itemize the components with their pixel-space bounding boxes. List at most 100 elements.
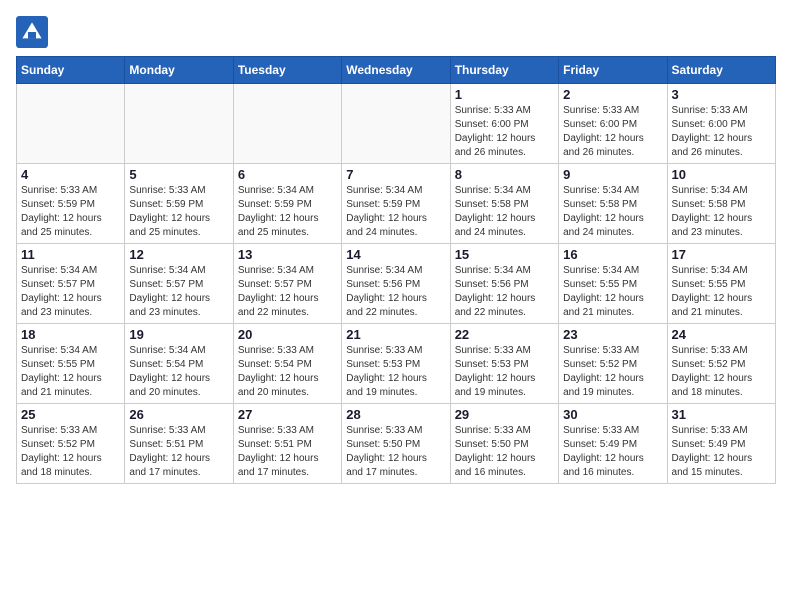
calendar-cell: 15 Sunrise: 5:34 AM Sunset: 5:56 PM Dayli… xyxy=(450,244,558,324)
day-info: Sunrise: 5:33 AM Sunset: 5:53 PM Dayligh… xyxy=(346,344,445,400)
day-number: 4 xyxy=(21,167,120,182)
calendar-cell: 7 Sunrise: 5:34 AM Sunset: 5:59 PM Daylig… xyxy=(342,164,450,244)
day-info: Sunrise: 5:34 AM Sunset: 5:57 PM Dayligh… xyxy=(129,264,228,320)
day-info: Sunrise: 5:33 AM Sunset: 5:50 PM Dayligh… xyxy=(455,424,554,480)
day-number: 18 xyxy=(21,327,120,342)
day-number: 23 xyxy=(563,327,662,342)
logo xyxy=(16,16,52,48)
day-info: Sunrise: 5:33 AM Sunset: 5:49 PM Dayligh… xyxy=(672,424,771,480)
day-info: Sunrise: 5:33 AM Sunset: 5:51 PM Dayligh… xyxy=(129,424,228,480)
calendar-cell: 6 Sunrise: 5:34 AM Sunset: 5:59 PM Daylig… xyxy=(233,164,341,244)
logo-icon xyxy=(16,16,48,48)
calendar-week-3: 11 Sunrise: 5:34 AM Sunset: 5:57 PM Dayli… xyxy=(17,244,776,324)
day-info: Sunrise: 5:33 AM Sunset: 5:52 PM Dayligh… xyxy=(21,424,120,480)
calendar-cell xyxy=(125,84,233,164)
day-number: 29 xyxy=(455,407,554,422)
day-number: 7 xyxy=(346,167,445,182)
day-info: Sunrise: 5:34 AM Sunset: 5:57 PM Dayligh… xyxy=(238,264,337,320)
day-info: Sunrise: 5:34 AM Sunset: 5:56 PM Dayligh… xyxy=(455,264,554,320)
day-info: Sunrise: 5:33 AM Sunset: 5:59 PM Dayligh… xyxy=(129,184,228,240)
weekday-header-wednesday: Wednesday xyxy=(342,57,450,84)
day-number: 30 xyxy=(563,407,662,422)
day-number: 25 xyxy=(21,407,120,422)
day-number: 15 xyxy=(455,247,554,262)
day-number: 20 xyxy=(238,327,337,342)
day-number: 6 xyxy=(238,167,337,182)
day-number: 27 xyxy=(238,407,337,422)
day-number: 5 xyxy=(129,167,228,182)
calendar-week-5: 25 Sunrise: 5:33 AM Sunset: 5:52 PM Dayli… xyxy=(17,404,776,484)
day-number: 8 xyxy=(455,167,554,182)
calendar-cell: 14 Sunrise: 5:34 AM Sunset: 5:56 PM Dayli… xyxy=(342,244,450,324)
page-header xyxy=(16,16,776,48)
day-number: 24 xyxy=(672,327,771,342)
calendar-cell: 27 Sunrise: 5:33 AM Sunset: 5:51 PM Dayli… xyxy=(233,404,341,484)
day-info: Sunrise: 5:34 AM Sunset: 5:57 PM Dayligh… xyxy=(21,264,120,320)
day-number: 13 xyxy=(238,247,337,262)
day-info: Sunrise: 5:33 AM Sunset: 5:51 PM Dayligh… xyxy=(238,424,337,480)
day-info: Sunrise: 5:34 AM Sunset: 5:55 PM Dayligh… xyxy=(672,264,771,320)
calendar-cell: 26 Sunrise: 5:33 AM Sunset: 5:51 PM Dayli… xyxy=(125,404,233,484)
day-number: 16 xyxy=(563,247,662,262)
calendar-cell: 13 Sunrise: 5:34 AM Sunset: 5:57 PM Dayli… xyxy=(233,244,341,324)
day-number: 26 xyxy=(129,407,228,422)
calendar-cell: 16 Sunrise: 5:34 AM Sunset: 5:55 PM Dayli… xyxy=(559,244,667,324)
day-number: 3 xyxy=(672,87,771,102)
calendar-week-1: 1Sunrise: 5:33 AM Sunset: 6:00 PM Daylig… xyxy=(17,84,776,164)
day-number: 22 xyxy=(455,327,554,342)
day-info: Sunrise: 5:34 AM Sunset: 5:55 PM Dayligh… xyxy=(21,344,120,400)
calendar-cell: 3Sunrise: 5:33 AM Sunset: 6:00 PM Daylig… xyxy=(667,84,775,164)
calendar-cell: 21 Sunrise: 5:33 AM Sunset: 5:53 PM Dayli… xyxy=(342,324,450,404)
day-number: 9 xyxy=(563,167,662,182)
weekday-header-tuesday: Tuesday xyxy=(233,57,341,84)
calendar-week-4: 18 Sunrise: 5:34 AM Sunset: 5:55 PM Dayli… xyxy=(17,324,776,404)
day-info: Sunrise: 5:34 AM Sunset: 5:55 PM Dayligh… xyxy=(563,264,662,320)
weekday-header-friday: Friday xyxy=(559,57,667,84)
calendar-cell: 9 Sunrise: 5:34 AM Sunset: 5:58 PM Daylig… xyxy=(559,164,667,244)
calendar-cell: 12 Sunrise: 5:34 AM Sunset: 5:57 PM Dayli… xyxy=(125,244,233,324)
day-info: Sunrise: 5:34 AM Sunset: 5:56 PM Dayligh… xyxy=(346,264,445,320)
calendar-cell: 29 Sunrise: 5:33 AM Sunset: 5:50 PM Dayli… xyxy=(450,404,558,484)
day-info: Sunrise: 5:33 AM Sunset: 5:52 PM Dayligh… xyxy=(563,344,662,400)
day-number: 31 xyxy=(672,407,771,422)
day-info: Sunrise: 5:33 AM Sunset: 6:00 PM Dayligh… xyxy=(563,104,662,160)
weekday-header-row: SundayMondayTuesdayWednesdayThursdayFrid… xyxy=(17,57,776,84)
calendar-cell: 4Sunrise: 5:33 AM Sunset: 5:59 PM Daylig… xyxy=(17,164,125,244)
day-number: 2 xyxy=(563,87,662,102)
day-info: Sunrise: 5:33 AM Sunset: 5:52 PM Dayligh… xyxy=(672,344,771,400)
calendar-cell: 2 Sunrise: 5:33 AM Sunset: 6:00 PM Daylig… xyxy=(559,84,667,164)
day-info: Sunrise: 5:33 AM Sunset: 5:49 PM Dayligh… xyxy=(563,424,662,480)
calendar-cell: 30 Sunrise: 5:33 AM Sunset: 5:49 PM Dayli… xyxy=(559,404,667,484)
day-info: Sunrise: 5:34 AM Sunset: 5:54 PM Dayligh… xyxy=(129,344,228,400)
weekday-header-saturday: Saturday xyxy=(667,57,775,84)
calendar-cell: 20Sunrise: 5:33 AM Sunset: 5:54 PM Dayli… xyxy=(233,324,341,404)
day-number: 28 xyxy=(346,407,445,422)
day-info: Sunrise: 5:34 AM Sunset: 5:59 PM Dayligh… xyxy=(238,184,337,240)
day-number: 11 xyxy=(21,247,120,262)
calendar-cell: 10 Sunrise: 5:34 AM Sunset: 5:58 PM Dayli… xyxy=(667,164,775,244)
day-number: 21 xyxy=(346,327,445,342)
calendar-cell: 17 Sunrise: 5:34 AM Sunset: 5:55 PM Dayli… xyxy=(667,244,775,324)
calendar-cell: 31 Sunrise: 5:33 AM Sunset: 5:49 PM Dayli… xyxy=(667,404,775,484)
day-info: Sunrise: 5:33 AM Sunset: 5:50 PM Dayligh… xyxy=(346,424,445,480)
day-number: 14 xyxy=(346,247,445,262)
weekday-header-thursday: Thursday xyxy=(450,57,558,84)
calendar-cell: 8 Sunrise: 5:34 AM Sunset: 5:58 PM Daylig… xyxy=(450,164,558,244)
day-number: 10 xyxy=(672,167,771,182)
calendar-cell: 28 Sunrise: 5:33 AM Sunset: 5:50 PM Dayli… xyxy=(342,404,450,484)
calendar-cell: 11 Sunrise: 5:34 AM Sunset: 5:57 PM Dayli… xyxy=(17,244,125,324)
day-number: 12 xyxy=(129,247,228,262)
day-number: 19 xyxy=(129,327,228,342)
calendar-cell: 1Sunrise: 5:33 AM Sunset: 6:00 PM Daylig… xyxy=(450,84,558,164)
day-number: 17 xyxy=(672,247,771,262)
day-info: Sunrise: 5:34 AM Sunset: 5:58 PM Dayligh… xyxy=(455,184,554,240)
day-info: Sunrise: 5:34 AM Sunset: 5:58 PM Dayligh… xyxy=(672,184,771,240)
day-info: Sunrise: 5:34 AM Sunset: 5:58 PM Dayligh… xyxy=(563,184,662,240)
calendar-cell: 23 Sunrise: 5:33 AM Sunset: 5:52 PM Dayli… xyxy=(559,324,667,404)
calendar-cell xyxy=(342,84,450,164)
weekday-header-monday: Monday xyxy=(125,57,233,84)
day-info: Sunrise: 5:34 AM Sunset: 5:59 PM Dayligh… xyxy=(346,184,445,240)
calendar-cell: 19 Sunrise: 5:34 AM Sunset: 5:54 PM Dayli… xyxy=(125,324,233,404)
day-info: Sunrise: 5:33 AM Sunset: 6:00 PM Dayligh… xyxy=(455,104,554,160)
calendar-cell: 5 Sunrise: 5:33 AM Sunset: 5:59 PM Daylig… xyxy=(125,164,233,244)
